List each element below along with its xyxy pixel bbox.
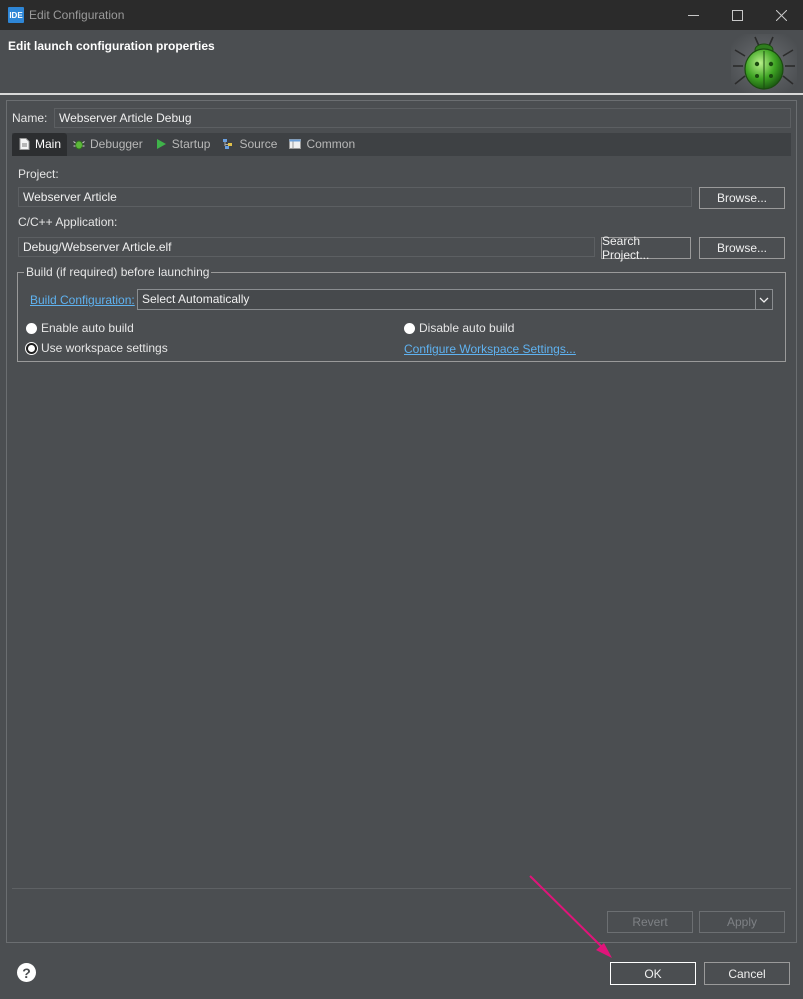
ok-button[interactable]: OK <box>610 962 696 985</box>
header-banner: Edit launch configuration properties <box>0 30 803 94</box>
project-label: Project: <box>18 167 59 181</box>
common-icon <box>289 138 302 150</box>
radio-icon <box>26 322 37 334</box>
tab-debugger-label: Debugger <box>90 137 143 151</box>
project-browse-label: Browse... <box>716 191 767 205</box>
apply-button[interactable]: Apply <box>699 911 785 933</box>
build-configuration-link[interactable]: Build Configuration: <box>30 293 135 307</box>
configuration-panel: Name: Webserver Article Debug Main Debug… <box>6 100 797 943</box>
use-workspace-settings-label: Use workspace settings <box>41 341 168 355</box>
enable-auto-build-label: Enable auto build <box>41 321 134 335</box>
search-project-label: Search Project... <box>602 234 650 262</box>
window-title: Edit Configuration <box>29 8 125 22</box>
radio-icon <box>404 322 415 334</box>
ok-label: OK <box>644 966 662 981</box>
window-controls <box>671 0 803 30</box>
project-browse-button[interactable]: Browse... <box>699 187 785 209</box>
minimize-button[interactable] <box>671 0 715 30</box>
document-icon <box>18 138 30 150</box>
minimize-icon <box>687 14 699 16</box>
radio-selected-icon <box>26 342 37 354</box>
apply-label: Apply <box>726 915 758 929</box>
tab-main[interactable]: Main <box>12 132 68 156</box>
app-icon: IDE <box>8 7 24 23</box>
search-project-button[interactable]: Search Project... <box>601 234 691 262</box>
name-label: Name: <box>12 111 48 125</box>
tab-common-label: Common <box>306 137 356 151</box>
tab-startup[interactable]: Startup <box>149 133 217 156</box>
name-row: Name: Webserver Article Debug <box>12 107 791 129</box>
close-icon <box>775 9 787 21</box>
disable-auto-build-radio[interactable]: Disable auto build <box>404 321 514 335</box>
play-icon <box>155 138 167 150</box>
debug-bug-icon <box>731 34 797 94</box>
enable-auto-build-radio[interactable]: Enable auto build <box>26 321 134 335</box>
tab-bar: Main Debugger Startup Source Common <box>12 132 791 156</box>
banner-separator <box>0 93 803 95</box>
tab-debugger[interactable]: Debugger <box>67 133 149 156</box>
application-field[interactable]: Debug/Webserver Article.elf <box>18 237 595 257</box>
revert-label: Revert <box>632 915 668 929</box>
build-configuration-select[interactable]: Select Automatically <box>137 289 773 310</box>
tab-common[interactable]: Common <box>283 133 361 156</box>
cancel-button[interactable]: Cancel <box>704 962 790 985</box>
name-field[interactable]: Webserver Article Debug <box>54 108 791 128</box>
banner-title: Edit launch configuration properties <box>8 39 215 53</box>
cancel-label: Cancel <box>728 966 766 981</box>
maximize-button[interactable] <box>715 0 759 30</box>
tab-main-label: Main <box>35 137 62 151</box>
application-label: C/C++ Application: <box>18 215 118 229</box>
application-browse-button[interactable]: Browse... <box>699 237 785 259</box>
bug-icon <box>73 138 85 150</box>
help-icon[interactable]: ? <box>17 963 36 982</box>
content-separator <box>12 888 791 889</box>
chevron-down-icon <box>755 290 772 309</box>
use-workspace-settings-radio[interactable]: Use workspace settings <box>26 341 168 355</box>
build-configuration-value: Select Automatically <box>142 292 250 306</box>
title-bar: IDE Edit Configuration <box>0 0 803 30</box>
tab-source[interactable]: Source <box>216 133 283 156</box>
revert-button[interactable]: Revert <box>607 911 693 933</box>
maximize-icon <box>731 9 743 21</box>
application-browse-label: Browse... <box>716 241 767 255</box>
close-button[interactable] <box>759 0 803 30</box>
tab-startup-label: Startup <box>171 137 211 151</box>
source-icon <box>222 138 234 150</box>
project-field[interactable]: Webserver Article <box>18 187 692 207</box>
tab-source-label: Source <box>239 137 278 151</box>
configure-workspace-settings-link[interactable]: Configure Workspace Settings... <box>404 342 576 356</box>
build-group-legend: Build (if required) before launching <box>24 265 212 279</box>
disable-auto-build-label: Disable auto build <box>419 321 515 335</box>
build-group: Build (if required) before launching Bui… <box>17 265 786 362</box>
